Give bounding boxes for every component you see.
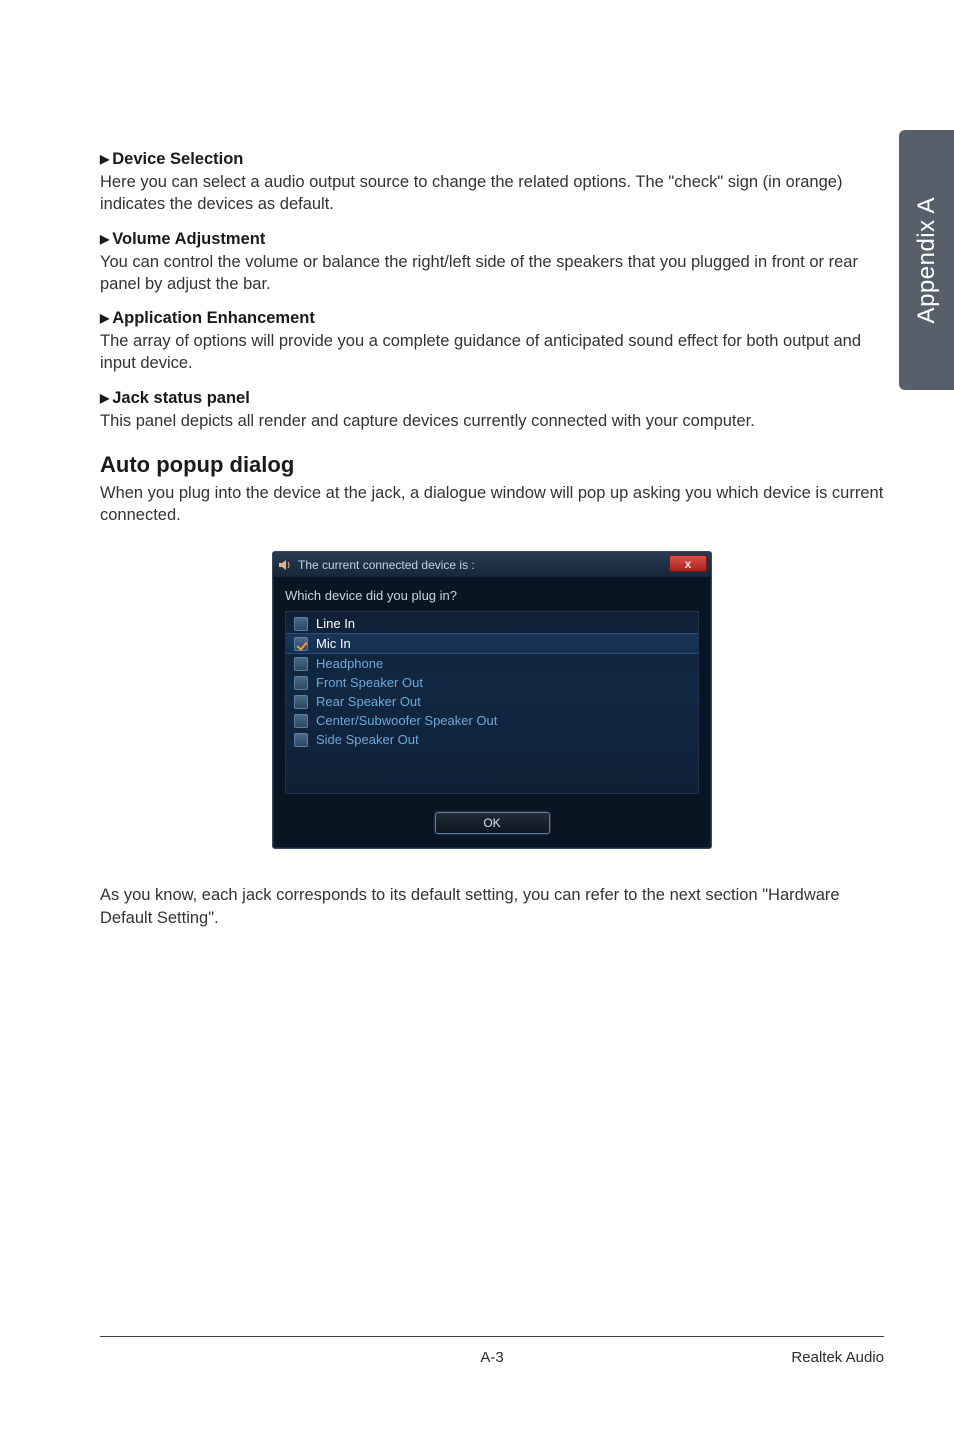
side-tab-label: Appendix A: [913, 197, 941, 323]
device-label: Rear Speaker Out: [316, 694, 421, 709]
after-dialog-text: As you know, each jack corresponds to it…: [100, 884, 884, 929]
device-row[interactable]: Side Speaker Out: [286, 730, 698, 749]
ok-button[interactable]: OK: [435, 812, 550, 834]
dialog-titlebar: The current connected device is : x: [273, 552, 711, 578]
dialog-footer: OK: [273, 804, 711, 848]
caret-icon: ▶: [100, 232, 109, 246]
close-button[interactable]: x: [669, 555, 707, 572]
device-row[interactable]: Rear Speaker Out: [286, 692, 698, 711]
section-application-enhancement-title: ▶Application Enhancement: [100, 309, 884, 328]
device-label: Side Speaker Out: [316, 732, 419, 747]
side-tab: Appendix A: [899, 130, 954, 390]
device-row[interactable]: Center/Subwoofer Speaker Out: [286, 711, 698, 730]
footer-rule: [100, 1336, 884, 1337]
footer-right: Realtek Audio: [791, 1349, 884, 1366]
dialog-prompt: Which device did you plug in?: [273, 578, 711, 611]
checkbox-icon: [294, 733, 308, 747]
caret-icon: ▶: [100, 152, 109, 166]
device-label: Mic In: [316, 636, 351, 651]
speaker-icon: [277, 557, 293, 573]
page-number: A-3: [480, 1349, 503, 1366]
auto-popup-intro: When you plug into the device at the jac…: [100, 482, 884, 527]
ok-button-label: OK: [483, 816, 500, 830]
page-content: ▶Device Selection Here you can select a …: [0, 0, 954, 929]
checkbox-icon: [294, 676, 308, 690]
section-volume-adjustment-body: You can control the volume or balance th…: [100, 251, 884, 296]
section-jack-status-body: This panel depicts all render and captur…: [100, 410, 884, 432]
checkbox-icon: [294, 637, 308, 651]
close-icon: x: [685, 557, 692, 571]
section-jack-status-title: ▶Jack status panel: [100, 389, 884, 408]
device-row[interactable]: Front Speaker Out: [286, 673, 698, 692]
caret-icon: ▶: [100, 311, 109, 325]
device-row[interactable]: Headphone: [286, 654, 698, 673]
list-spacer: [286, 749, 698, 791]
device-dialog: The current connected device is : x Whic…: [272, 551, 712, 849]
device-label: Front Speaker Out: [316, 675, 423, 690]
caret-icon: ▶: [100, 391, 109, 405]
checkbox-icon: [294, 617, 308, 631]
section-volume-adjustment-title: ▶Volume Adjustment: [100, 230, 884, 249]
auto-popup-heading: Auto popup dialog: [100, 452, 884, 478]
device-list: Line In Mic In Headphone Front Speaker Out R…: [285, 611, 699, 794]
page-footer: A-3 Realtek Audio: [100, 1349, 884, 1366]
device-label: Headphone: [316, 656, 383, 671]
device-row[interactable]: Line In: [286, 614, 698, 633]
checkbox-icon: [294, 695, 308, 709]
device-label: Line In: [316, 616, 355, 631]
checkbox-icon: [294, 657, 308, 671]
device-row[interactable]: Mic In: [286, 633, 698, 654]
section-device-selection-title: ▶Device Selection: [100, 150, 884, 169]
section-device-selection-body: Here you can select a audio output sourc…: [100, 171, 884, 216]
section-application-enhancement-body: The array of options will provide you a …: [100, 330, 884, 375]
dialog-title: The current connected device is :: [298, 558, 475, 572]
device-label: Center/Subwoofer Speaker Out: [316, 713, 497, 728]
checkbox-icon: [294, 714, 308, 728]
